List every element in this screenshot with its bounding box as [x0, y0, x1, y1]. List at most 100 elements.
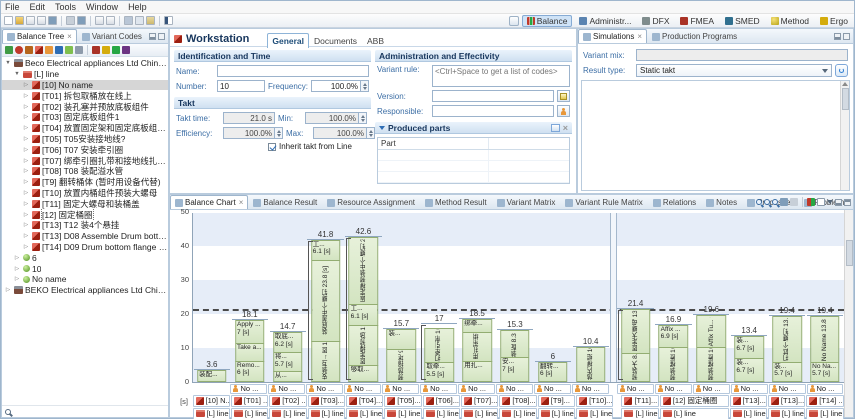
tree-expand-arrow[interactable]: ▷ — [4, 285, 12, 295]
tree-item[interactable]: ▼[L] line — [2, 69, 168, 80]
task-segment[interactable]: 打四个螺钉 13.8 [s] — [772, 316, 802, 363]
tree-expand-arrow[interactable]: ▷ — [22, 166, 30, 176]
tree-expand-arrow[interactable]: ▷ — [22, 91, 30, 101]
collapse-triangle-icon[interactable] — [379, 126, 385, 130]
chart-scrollbar[interactable] — [844, 210, 853, 417]
perspective-fmea[interactable]: FMEA — [676, 15, 718, 27]
close-tab-icon[interactable] — [637, 32, 642, 41]
task-segment[interactable]: 装...5.7 [s] — [772, 363, 802, 382]
task-segment[interactable]: Affix Tu... 9.6 [s] — [697, 315, 727, 348]
i12-icon[interactable] — [122, 46, 130, 54]
close-folder-icon[interactable] — [37, 16, 46, 25]
perspective-ergo[interactable]: Ergo — [816, 15, 852, 27]
version-field[interactable] — [432, 90, 554, 102]
workstation-tab-general[interactable]: General — [267, 33, 309, 48]
copy-icon[interactable] — [135, 16, 144, 25]
line-cell[interactable]: [L] line — [384, 408, 421, 419]
task-segment[interactable]: 将...5.7 [s] — [273, 353, 303, 372]
task-segment[interactable]: 安装互→固 11.9 [s] — [311, 342, 341, 382]
station-cell[interactable]: [12] 固定桶圈 — [660, 395, 729, 407]
operator-cell[interactable]: No ... — [807, 384, 844, 394]
tree-expand-arrow[interactable]: ▷ — [22, 210, 30, 220]
tree-expand-arrow[interactable]: ▷ — [22, 156, 30, 166]
i1-icon[interactable] — [5, 46, 13, 54]
menu-window[interactable]: Window — [86, 2, 118, 12]
task-segment[interactable]: 预装桶圈 10 [s] — [659, 348, 689, 382]
task-segment[interactable]: 预放接地 9.4 [s] — [387, 350, 417, 382]
export-icon[interactable] — [77, 16, 86, 25]
view-menu-icon[interactable] — [827, 200, 833, 204]
operator-cell[interactable]: No ... — [617, 384, 654, 394]
task-segment[interactable]: 翻转...6 [s] — [538, 362, 568, 382]
table-row[interactable] — [378, 150, 569, 161]
i8-icon[interactable] — [75, 46, 83, 54]
station-cell[interactable]: [T07]... — [461, 395, 498, 407]
perspective-smed[interactable]: SMED — [721, 15, 764, 27]
line-cell[interactable]: [L] line — [621, 408, 658, 419]
tree-item[interactable]: ▷[T04] 放置固定架和固定底板组件2 — [2, 123, 168, 134]
task-segment[interactable]: No Na...5.7 [s] — [810, 363, 840, 382]
close-tab-icon[interactable] — [67, 32, 72, 41]
operator-cell[interactable]: No ... — [769, 384, 806, 394]
operator-cell[interactable]: No ... — [268, 384, 305, 394]
remove-part-icon[interactable] — [563, 124, 568, 132]
workstation-bar[interactable]: 打四个螺钉 13.8 [s]装...5.7 [s] — [772, 316, 802, 382]
tree-expand-arrow[interactable]: ▷ — [13, 253, 21, 263]
tree-expand-arrow[interactable]: ▷ — [22, 199, 30, 209]
color-settings-icon[interactable] — [807, 198, 815, 206]
task-segment[interactable]: 工...6.1 [s] — [311, 240, 341, 261]
workstation-bar[interactable]: 固定大螺母 13.1 [s]预装大 8.3 [s] — [621, 309, 651, 382]
menu-file[interactable]: File — [5, 2, 20, 12]
new-icon[interactable] — [4, 16, 13, 25]
tree-expand-arrow[interactable]: ▷ — [22, 112, 30, 122]
line-cell[interactable]: [L] line — [461, 408, 498, 419]
tree-item[interactable]: ▷[T9] 翻转桶体 (暂时用设备代替) — [2, 177, 168, 188]
operator-cell[interactable]: No ... — [344, 384, 381, 394]
station-cell[interactable]: [T08]... — [499, 395, 536, 407]
tree-expand-arrow[interactable]: ▷ — [22, 145, 30, 155]
task-segment[interactable]: 工...6.1 [s] — [349, 305, 379, 326]
tree-expand-arrow[interactable]: ▷ — [22, 177, 30, 187]
window-icon[interactable] — [164, 16, 173, 25]
view-tab-method-result[interactable]: Method Result — [420, 195, 492, 209]
task-segment[interactable]: Affix ...6.9 [s] — [659, 325, 689, 348]
min-stepper[interactable] — [359, 112, 367, 124]
menu-help[interactable]: Help — [128, 2, 147, 12]
zoom-in-icon[interactable] — [756, 199, 762, 205]
tree-item[interactable]: ▷[T13] D08 Assemble Drum bottom asm and — [2, 231, 168, 242]
view-tab-balance-tree[interactable]: Balance Tree — [2, 29, 77, 43]
task-segment[interactable]: 用扎... — [462, 362, 492, 382]
redo-icon[interactable] — [106, 16, 115, 25]
line-cell[interactable]: [L] line — [660, 408, 729, 419]
workstation-bar[interactable]: 固定桶预装中个螺钉 20 [s]工...6.1 [s]固定撑预放 11.9 [s… — [349, 237, 379, 382]
number-field[interactable] — [217, 80, 265, 92]
tree-item[interactable]: ▷[T01] 拆包取桶放在线上 — [2, 90, 168, 101]
task-segment[interactable]: 装底盖中个螺钉 23.8 [s] — [311, 261, 341, 342]
workstation-bar[interactable]: 绑牵...用扎带绑 8.5 [s]用扎... — [462, 319, 492, 382]
efficiency-field[interactable] — [223, 127, 275, 139]
version-browse-button[interactable] — [557, 90, 570, 102]
task-segment[interactable]: No Name 13.8 [s] — [810, 316, 840, 363]
operator-cell[interactable]: No ... — [534, 384, 571, 394]
table-row[interactable] — [378, 172, 569, 183]
tree-item[interactable]: ▷[T07] 绑牵引圈扎带和接地线扎带 转筒 — [2, 155, 168, 166]
station-cell[interactable]: [T10]... — [576, 395, 613, 407]
line-cell[interactable]: [L] line — [231, 408, 268, 419]
line-cell[interactable]: [L] line — [308, 408, 345, 419]
frequency-field[interactable] — [311, 80, 361, 92]
task-segment[interactable]: Apply ...7 [s] — [235, 320, 265, 344]
perspective-balance[interactable]: Balance — [522, 15, 573, 27]
perspective-method[interactable]: Method — [767, 15, 813, 27]
i6-icon[interactable] — [55, 46, 63, 54]
view-tab-variant-codes[interactable]: Variant Codes — [77, 29, 147, 43]
tree-expand-arrow[interactable]: ▷ — [13, 264, 21, 274]
task-segment[interactable]: 固定桶预装中个螺钉 20 [s] — [349, 237, 379, 305]
workstation-bar[interactable]: Affix Tu... 9.6 [s]预装桶圈 10 [s] — [697, 315, 727, 382]
station-cell[interactable]: [T03]... — [308, 395, 345, 407]
tree-expand-arrow[interactable]: ▷ — [22, 188, 30, 198]
operator-cell[interactable]: No ... — [496, 384, 533, 394]
open-icon[interactable] — [15, 16, 24, 25]
search-icon[interactable] — [5, 409, 11, 415]
tree-collapse-arrow[interactable]: ▼ — [13, 69, 21, 79]
responsible-browse-button[interactable] — [557, 105, 570, 117]
